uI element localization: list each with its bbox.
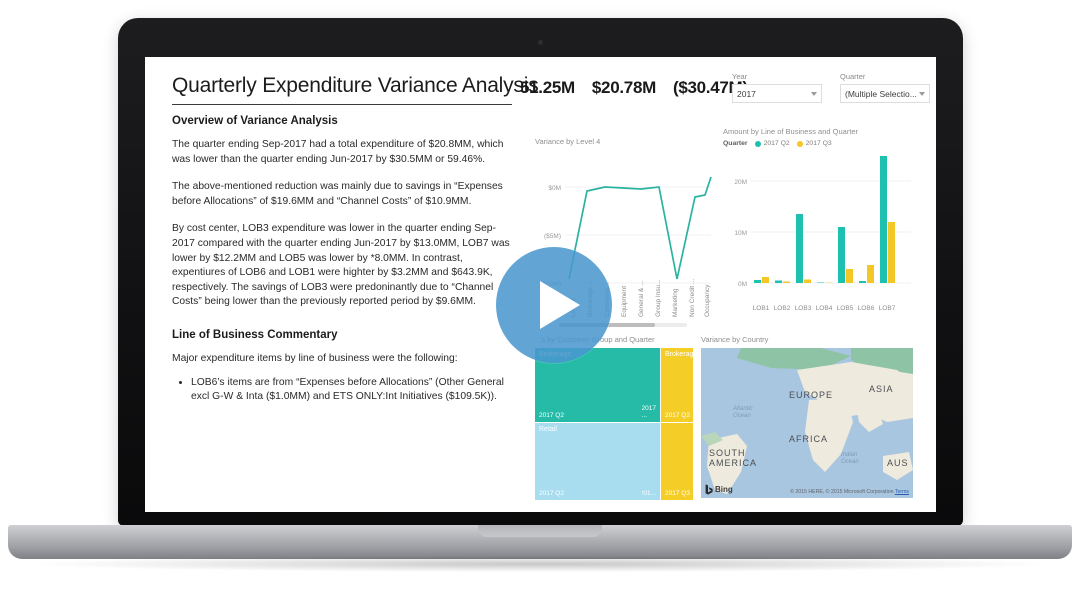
filter-year-value: 2017 <box>737 88 756 99</box>
bing-logo[interactable]: Bing <box>705 484 733 495</box>
legend-item-q2[interactable]: 2017 Q2 <box>754 140 790 147</box>
x-axis-labels: LOB1 LOB2 LOB3 LOB4 LOB5 LOB6 LOB7 <box>753 305 896 312</box>
bar-chart-svg: 20M 10M 0M LOB1 LOB2 LOB3 LOB4 LOB5 LOB6… <box>734 156 911 312</box>
page-title: Quarterly Expenditure Variance Analysis <box>172 74 539 105</box>
legend-title: Quarter <box>723 140 748 147</box>
map-label-australia: AUS <box>887 458 909 468</box>
y-tick-1: 10M <box>734 230 747 237</box>
report-header: Quarterly Expenditure Variance Analysis <box>172 74 539 105</box>
treemap-node-label: Retail <box>539 426 557 433</box>
filter-year: Year 2017 <box>732 72 822 103</box>
paragraph-overview-2: The above-mentioned reduction was mainly… <box>172 181 503 207</box>
chart-legend[interactable]: Quarter 2017 Q2 2017 Q3 <box>723 140 913 147</box>
treemap-node-quarter: 201... <box>642 490 656 497</box>
legend-swatch-icon <box>796 140 803 147</box>
map-label-africa: AFRICA <box>789 434 829 444</box>
treemap-node-quarter: 2017 Q2 <box>539 412 564 419</box>
laptop-shadow <box>40 556 1040 572</box>
x-tick-6: LOB7 <box>879 305 896 312</box>
lob-bullet-list: LOB6’s items are from “Expenses before A… <box>172 376 514 405</box>
chevron-down-icon <box>919 91 925 96</box>
x-tick-5: LOB6 <box>858 305 875 312</box>
y-tick-0: $0M <box>548 185 561 192</box>
x-tick-7: Non Credit ... <box>689 279 696 317</box>
treemap-body: Brokerage 2017 Q2 2017 ... Retail 2017 Q… <box>535 348 693 500</box>
narrative-column: Overview of Variance Analysis The quarte… <box>172 115 514 405</box>
y-tick-1: ($5M) <box>544 233 561 240</box>
kpi-current: $20.78M <box>591 78 656 97</box>
y-tick-0: 20M <box>734 179 747 186</box>
filter-year-label: Year <box>732 72 748 81</box>
paragraph-overview-1: The quarter ending Sep-2017 had a total … <box>172 139 504 165</box>
map-attribution: © 2015 HERE, © 2015 Microsoft Corporatio… <box>790 489 909 495</box>
x-tick-3: LOB4 <box>816 305 833 312</box>
x-tick-8: Occupancy <box>704 284 711 317</box>
treemap-node-retail-q2[interactable]: Retail 2017 Q2 <box>535 423 642 500</box>
map-label-atlantic-ocean: Atlantic Ocean <box>733 406 753 419</box>
chart-title: Amount by Line of Business and Quarter <box>723 127 859 136</box>
treemap-node-label: Brokerage <box>665 351 693 358</box>
filter-bar: Year 2017 Quarter (Multiple Selectio... <box>732 72 930 103</box>
section-heading-lob: Line of Business Commentary <box>172 329 338 342</box>
treemap-node-retail-other[interactable]: 201... <box>642 423 660 500</box>
kpi-total: 51.25M <box>520 78 575 97</box>
bars-q3 <box>762 222 895 283</box>
legend-label-q3: 2017 Q3 <box>805 140 832 147</box>
treemap-node-brokerage-other[interactable]: 2017 ... <box>642 348 660 422</box>
filter-year-dropdown[interactable]: 2017 <box>732 84 822 103</box>
bing-map[interactable]: EUROPE ASIA AFRICA SOUTH AMERICA AUS Atl… <box>701 348 913 498</box>
chart-variance-by-country[interactable]: Variance by Country EUROPE ASIA AFRICA S… <box>701 335 913 505</box>
map-attribution-text: © 2015 HERE, © 2015 Microsoft Corporatio… <box>790 489 894 495</box>
bing-label: Bing <box>715 485 733 494</box>
x-tick-2: LOB3 <box>795 305 812 312</box>
chart-title: Variance by Level 4 <box>535 137 601 146</box>
x-tick-3: Equipment <box>621 286 628 317</box>
chart-amount-by-lob-and-quarter[interactable]: Amount by Line of Business and Quarter Q… <box>723 127 913 332</box>
section-heading-overview: Overview of Variance Analysis <box>172 115 338 127</box>
bars-q2 <box>754 156 887 283</box>
legend-item-q3[interactable]: 2017 Q3 <box>796 140 832 147</box>
x-tick-1: LOB2 <box>774 305 791 312</box>
map-landmass-svg <box>701 348 913 498</box>
treemap-node-yellow-bottom[interactable]: 2017 Q3 <box>661 423 693 500</box>
chevron-down-icon <box>811 91 817 96</box>
bing-mark-icon <box>705 484 713 495</box>
treemap-node-quarter: 2017 Q2 <box>665 412 690 419</box>
treemap-node-quarter: 2017 Q3 <box>665 490 690 497</box>
paragraph-overview-3: By cost center, LOB3 expenditure was low… <box>172 223 510 308</box>
x-tick-6: Marketing <box>672 288 679 317</box>
list-item: LOB6’s items are from “Expenses before A… <box>191 376 514 405</box>
x-tick-4: LOB5 <box>837 305 854 312</box>
paragraph-lob-intro: Major expenditure items by line of busin… <box>172 353 458 365</box>
legend-label-q2: 2017 Q2 <box>763 140 790 147</box>
treemap-node-quarter: 2017 ... <box>642 405 656 419</box>
screenshot-root: Quarterly Expenditure Variance Analysis … <box>0 0 1080 612</box>
kpi-row: 51.25M $20.78M ($30.47M) <box>520 78 748 98</box>
x-tick-5: Group Insu... <box>655 279 662 317</box>
filter-quarter-dropdown[interactable]: (Multiple Selectio... <box>840 84 930 103</box>
filter-quarter-value: (Multiple Selectio... <box>845 88 917 99</box>
chart-title: Variance by Country <box>701 335 769 344</box>
filter-quarter: Quarter (Multiple Selectio... <box>840 72 930 103</box>
map-label-indian-ocean: Indian Ocean <box>841 452 859 465</box>
x-tick-0: LOB1 <box>753 305 770 312</box>
filter-quarter-label: Quarter <box>840 72 866 81</box>
y-tick-2: 0M <box>738 281 747 288</box>
legend-swatch-icon <box>754 140 761 147</box>
map-label-asia: ASIA <box>869 384 894 394</box>
webcam-icon <box>538 40 543 45</box>
x-tick-4: General & ... <box>638 280 645 317</box>
play-button[interactable] <box>496 247 612 363</box>
laptop-base <box>8 525 1072 559</box>
treemap-node-yellow-top[interactable]: Brokerage 2017 Q2 <box>661 348 693 422</box>
map-label-south-america: SOUTH AMERICA <box>709 448 758 469</box>
map-label-europe: EUROPE <box>789 390 834 400</box>
treemap-node-quarter: 2017 Q2 <box>539 490 564 497</box>
map-terms-link[interactable]: Terms <box>895 489 909 495</box>
